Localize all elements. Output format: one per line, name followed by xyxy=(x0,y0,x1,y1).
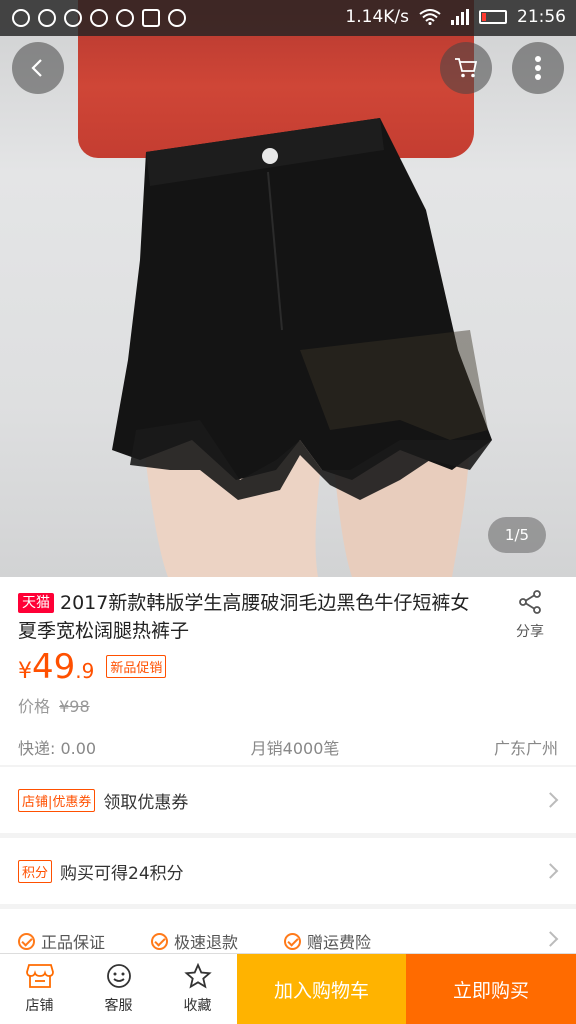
guarantee-label: 正品保证 xyxy=(41,933,106,952)
kodi-icon xyxy=(12,9,30,27)
tmall-badge: 天猫 xyxy=(18,593,54,613)
star-icon xyxy=(183,963,212,989)
share-button[interactable]: 分享 xyxy=(508,589,552,641)
wifi-icon xyxy=(419,9,441,25)
check-circle-icon xyxy=(151,932,169,950)
notification-icons xyxy=(12,9,186,27)
coupon-row[interactable]: 店铺|优惠券 领取优惠券 xyxy=(0,767,576,833)
product-photo-shorts xyxy=(112,118,492,577)
original-price-row: 价格 ¥98 xyxy=(18,693,90,717)
signal-icon xyxy=(451,9,469,25)
back-button[interactable] xyxy=(12,42,64,94)
share-label: 分享 xyxy=(516,624,544,640)
shop-label: 店铺 xyxy=(25,998,54,1014)
product-meta-row: 快递: 0.00 月销4000笔 广东广州 xyxy=(18,735,558,759)
add-to-cart-button[interactable]: 加入购物车 xyxy=(237,954,406,1024)
coupon-badge: 店铺|优惠券 xyxy=(18,788,96,812)
guarantee-item: 极速退款 xyxy=(151,929,238,953)
image-icon xyxy=(142,9,160,27)
customer-service-icon xyxy=(106,964,131,988)
product-title-block: 天猫 2017新款韩版学生高腰破洞毛边黑色牛仔短裤女夏季宽松阔腿热裤子 xyxy=(18,589,488,645)
promo-badge: 新品促销 xyxy=(106,655,167,678)
shop-icon xyxy=(25,964,54,988)
favorite-tab[interactable]: 收藏 xyxy=(158,954,237,1024)
more-vertical-icon xyxy=(535,56,541,80)
product-image-gallery[interactable]: 1.14K/s 21:56 1/5 xyxy=(0,0,576,577)
points-badge: 积分 xyxy=(18,859,53,883)
guarantee-label: 赠运费险 xyxy=(307,933,372,952)
chevron-left-icon xyxy=(31,59,42,77)
more-button[interactable] xyxy=(512,42,564,94)
product-detail-page: 1.14K/s 21:56 1/5 天猫 2017新款韩版学生高腰破洞毛边黑色牛仔… xyxy=(0,0,576,1024)
price-currency: ¥ xyxy=(18,659,32,684)
more-icon xyxy=(168,9,186,27)
shipping-fee: 快递: 0.00 xyxy=(18,739,97,758)
price-row: ¥ 49 .9 新品促销 xyxy=(18,647,167,687)
price-integer: 49 xyxy=(32,647,76,687)
close-circle-icon xyxy=(38,9,56,27)
status-bar: 1.14K/s 21:56 xyxy=(0,0,576,36)
monthly-sales: 月销4000笔 xyxy=(250,739,340,758)
chevron-right-icon xyxy=(542,931,559,947)
clock: 21:56 xyxy=(517,7,566,27)
guarantee-item: 赠运费险 xyxy=(284,929,371,953)
original-price-label: 价格 xyxy=(18,697,51,716)
status-right: 1.14K/s 21:56 xyxy=(345,7,566,27)
points-row[interactable]: 积分 购买可得24积分 xyxy=(0,838,576,904)
buy-now-button[interactable]: 立即购买 xyxy=(406,954,576,1024)
product-title: 2017新款韩版学生高腰破洞毛边黑色牛仔短裤女夏季宽松阔腿热裤子 xyxy=(18,592,470,642)
coupon-text: 领取优惠券 xyxy=(103,792,189,813)
qq-icon xyxy=(64,9,82,27)
cart-button[interactable] xyxy=(440,42,492,94)
favorite-label: 收藏 xyxy=(183,998,212,1014)
points-text: 购买可得24积分 xyxy=(60,863,184,884)
app-icon xyxy=(116,9,134,27)
service-tab[interactable]: 客服 xyxy=(79,954,158,1024)
chevron-right-icon xyxy=(542,792,559,808)
ship-location: 广东广州 xyxy=(493,739,558,758)
share-icon xyxy=(519,590,541,614)
service-label: 客服 xyxy=(104,998,133,1014)
image-pager: 1/5 xyxy=(488,517,546,553)
guarantee-item: 正品保证 xyxy=(18,929,105,953)
bottom-action-bar: 店铺 客服 收藏 加入购物车 立即购买 xyxy=(0,953,576,1024)
price-decimal: .9 xyxy=(75,659,95,683)
check-circle-icon xyxy=(18,932,35,950)
battery-icon xyxy=(479,10,507,24)
original-price: ¥98 xyxy=(59,697,90,716)
guarantee-label: 极速退款 xyxy=(174,933,239,952)
cart-icon xyxy=(455,58,478,78)
network-speed: 1.14K/s xyxy=(345,7,409,27)
product-info: 天猫 2017新款韩版学生高腰破洞毛边黑色牛仔短裤女夏季宽松阔腿热裤子 分享 ¥ … xyxy=(0,577,576,765)
chevron-right-icon xyxy=(542,863,559,879)
shop-tab[interactable]: 店铺 xyxy=(0,954,79,1024)
check-circle-icon xyxy=(284,932,302,950)
mask-icon xyxy=(90,9,108,27)
